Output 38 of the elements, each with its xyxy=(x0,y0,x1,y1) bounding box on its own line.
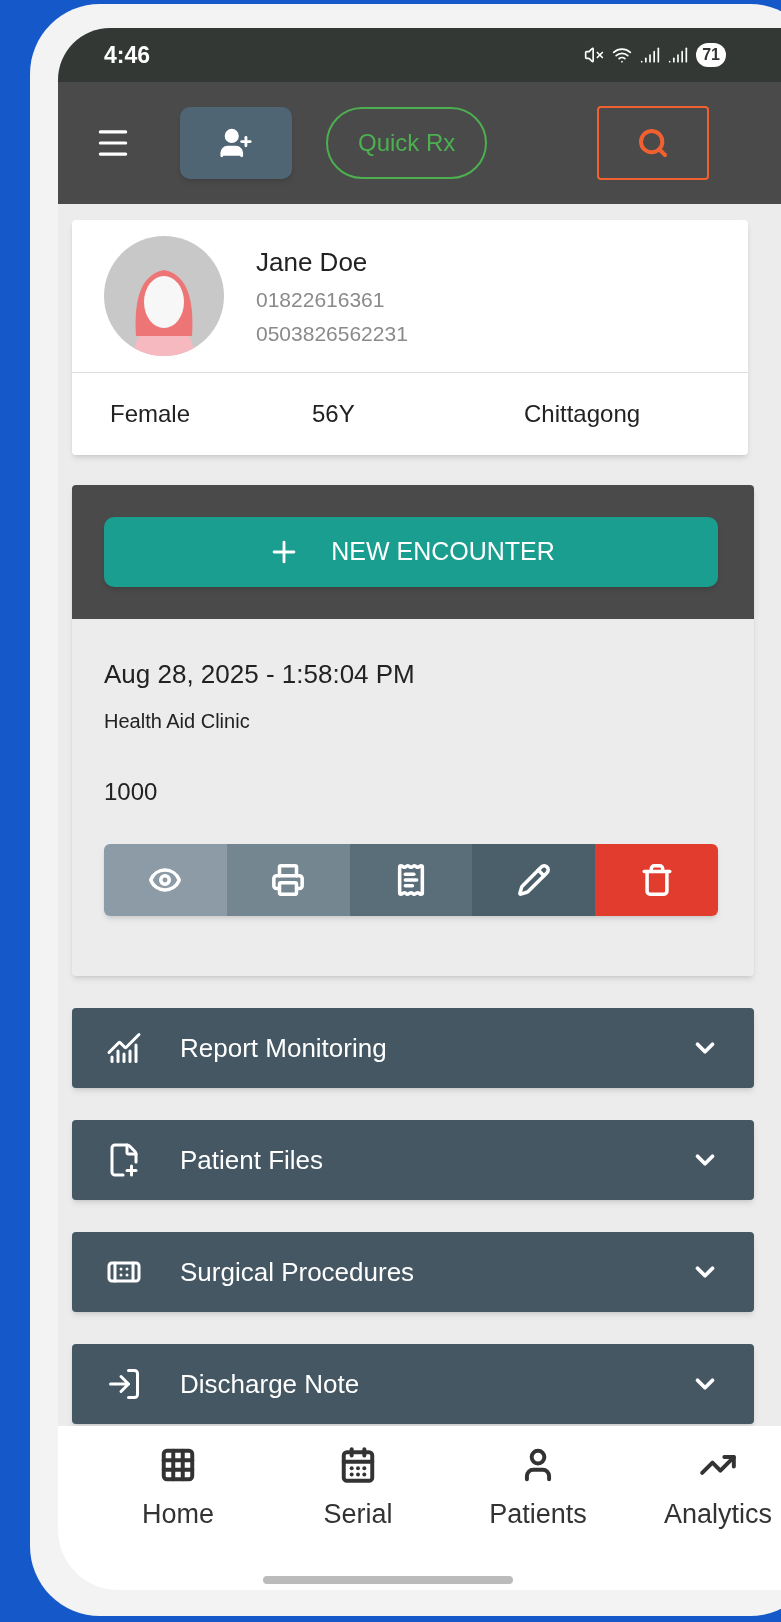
section-header[interactable]: Patient Files xyxy=(72,1120,754,1200)
edit-icon xyxy=(516,863,551,897)
encounter-amount: 1000 xyxy=(104,777,159,807)
phone-number: 0503826562231 xyxy=(256,320,408,347)
edit-button[interactable] xyxy=(472,844,596,916)
phone-number: 01822616361 xyxy=(256,287,386,313)
encounter-datetime: Aug 28, 2025 - 1:58:04 PM xyxy=(104,658,416,691)
signal-icon xyxy=(668,45,689,65)
clinic-name: Health Aid Clinic xyxy=(104,709,251,734)
signal-icon xyxy=(640,45,661,65)
nav-tab[interactable]: Patients xyxy=(448,1446,628,1535)
search-button[interactable] xyxy=(597,106,710,180)
wifi-icon xyxy=(612,45,633,65)
add-person-icon xyxy=(219,126,253,160)
eye-button[interactable] xyxy=(104,844,227,916)
battery-level: 71 xyxy=(696,43,726,67)
print-button[interactable] xyxy=(226,844,350,916)
print-icon xyxy=(271,863,306,897)
calendar-icon xyxy=(339,1446,377,1484)
nav-tab[interactable]: Analytics xyxy=(628,1446,781,1535)
delete-icon xyxy=(639,863,674,897)
add-patient-button[interactable] xyxy=(180,107,292,179)
status-time: 4:46 xyxy=(104,40,151,70)
receipt-button[interactable] xyxy=(349,844,473,916)
delete-button[interactable] xyxy=(595,844,718,916)
nav-tab[interactable]: Serial xyxy=(268,1446,448,1535)
search-icon xyxy=(637,127,670,159)
patient-age: 56Y xyxy=(312,399,356,429)
nav-tab[interactable]: Home xyxy=(88,1446,268,1535)
section-header[interactable]: Surgical Procedures xyxy=(72,1232,754,1312)
section-header[interactable]: Discharge Note xyxy=(72,1344,754,1424)
patient-name: Jane Doe xyxy=(256,246,369,279)
grid-icon xyxy=(159,1446,197,1484)
patient-gender: Female xyxy=(110,399,192,429)
mute-icon xyxy=(584,45,605,65)
patient-city: Chittagong xyxy=(524,399,641,429)
enter-box-icon xyxy=(106,1366,142,1402)
section-header[interactable]: Report Monitoring xyxy=(72,1008,754,1088)
